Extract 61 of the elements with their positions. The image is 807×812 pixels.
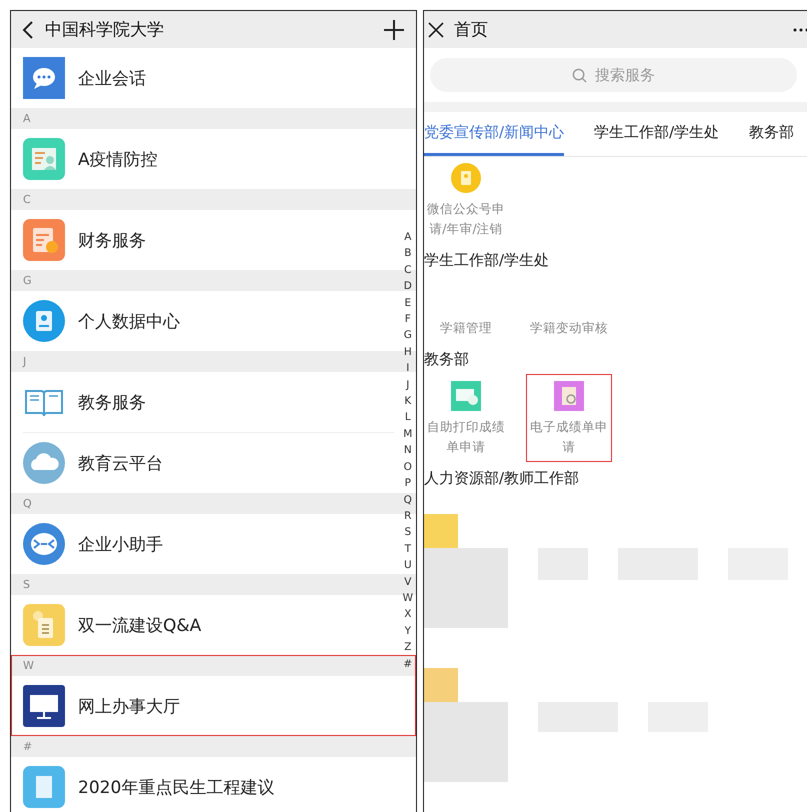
index-letter[interactable]: L — [404, 409, 411, 426]
highlighted-service[interactable]: 电子成绩单申请 — [527, 375, 611, 461]
index-letter[interactable]: Q — [404, 492, 412, 508]
department-title: 学生工作部/学生处 — [424, 250, 550, 271]
service-item[interactable]: 自助打印成绩单申请 — [424, 375, 508, 461]
add-icon[interactable] — [384, 20, 404, 40]
index-letter[interactable]: G — [404, 327, 412, 344]
index-letter[interactable]: S — [404, 524, 412, 541]
index-letter[interactable]: X — [404, 606, 412, 623]
speech-bubble-icon — [23, 523, 65, 565]
search-placeholder: 搜索服务 — [595, 66, 655, 84]
index-letter[interactable]: D — [404, 278, 412, 295]
index-letter[interactable]: B — [404, 245, 412, 262]
index-letter[interactable]: O — [404, 458, 412, 476]
index-letter[interactable]: I — [406, 360, 410, 377]
id-badge-icon — [23, 300, 65, 342]
section-letter: A — [11, 108, 416, 129]
department-tab[interactable]: 学生工作部/学生处 — [594, 112, 720, 156]
document-person-icon — [23, 138, 65, 180]
section-letter: C — [11, 189, 416, 210]
index-letter[interactable]: Y — [404, 622, 412, 640]
index-letter[interactable]: H — [404, 344, 412, 360]
question-document-icon — [23, 604, 65, 646]
service-item[interactable]: 微信公众号申请/年审/注销 — [424, 157, 508, 243]
clipboard-icon — [23, 766, 65, 808]
department-tab[interactable]: 党委宣传部/新闻中心 — [424, 112, 564, 156]
back-icon[interactable] — [21, 20, 35, 40]
index-letter[interactable]: F — [404, 311, 411, 328]
index-letter[interactable]: T — [404, 540, 412, 558]
more-icon[interactable] — [793, 28, 807, 32]
card-icon — [451, 381, 481, 411]
department-title: 人力资源部/教师工作部 — [424, 468, 580, 489]
badge-icon — [451, 163, 481, 193]
index-letter[interactable]: W — [402, 590, 413, 606]
index-letter[interactable]: N — [404, 442, 412, 459]
index-letter[interactable]: M — [403, 426, 412, 442]
monitor-icon — [23, 685, 65, 727]
document-magnifier-icon — [554, 381, 584, 411]
cloud-icon — [23, 442, 65, 484]
index-letter[interactable]: A — [404, 229, 412, 246]
index-letter[interactable]: C — [404, 262, 412, 278]
header-title: 中国科学院大学 — [45, 19, 165, 41]
index-letter[interactable]: P — [404, 475, 411, 492]
index-letter[interactable]: # — [403, 656, 412, 672]
close-icon[interactable] — [428, 22, 444, 38]
document-coin-icon — [23, 219, 65, 261]
index-letter[interactable]: Z — [404, 639, 412, 656]
index-letter[interactable]: J — [406, 376, 410, 394]
chat-bubble-icon — [23, 57, 65, 99]
header-title: 首页 — [454, 19, 489, 41]
department-tab[interactable]: 教务部 — [749, 112, 794, 156]
index-letter[interactable]: E — [404, 294, 412, 312]
department-title: 教务部 — [424, 349, 470, 370]
index-letter[interactable]: R — [404, 508, 412, 524]
search-icon — [572, 68, 587, 82]
service-item[interactable]: 学籍管理 — [424, 276, 508, 342]
index-letter[interactable]: K — [404, 393, 412, 410]
section-letter: # — [11, 736, 416, 757]
index-letter[interactable]: V — [404, 574, 412, 590]
service-item[interactable]: 学籍变动审核 — [527, 276, 611, 342]
index-letter[interactable]: U — [404, 557, 412, 574]
